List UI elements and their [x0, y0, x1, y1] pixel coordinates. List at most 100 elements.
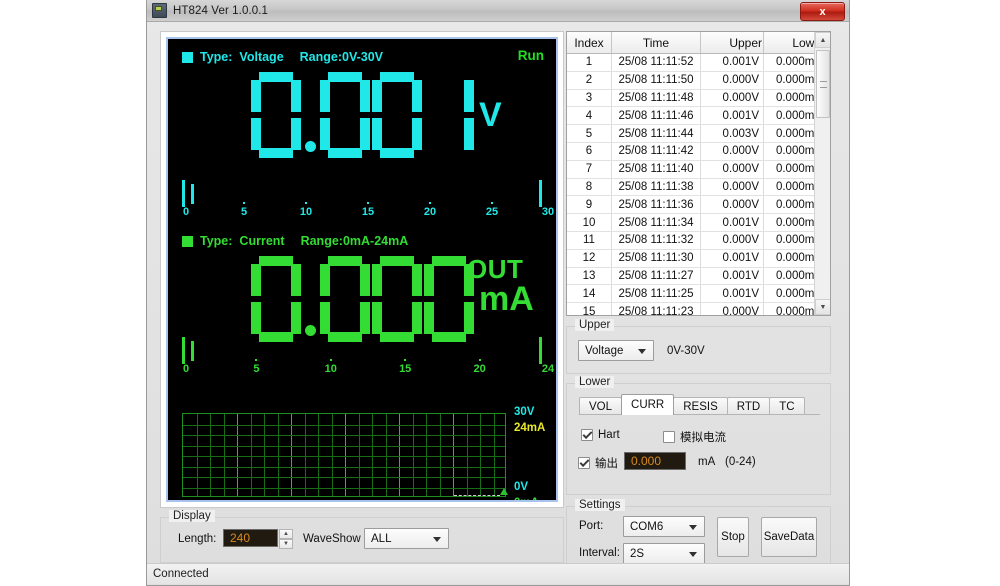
table-row[interactable]: 12 25/08 11:11:30 0.001V 0.000mA — [567, 249, 826, 268]
length-stepper-up[interactable]: ▲ — [279, 529, 293, 539]
output-checkbox[interactable]: 输出 — [578, 455, 618, 471]
table-row[interactable]: 7 25/08 11:11:40 0.000V 0.000mA — [567, 160, 826, 179]
grid-line-vertical — [331, 414, 333, 496]
grid-line-vertical — [453, 414, 454, 496]
scale-end-bar — [539, 337, 542, 364]
table-row[interactable]: 11 25/08 11:11:32 0.000V 0.000mA — [567, 231, 826, 250]
scale-tick — [429, 202, 431, 204]
tab-tc[interactable]: TC — [769, 397, 805, 415]
table-cell: 0.000V — [700, 142, 764, 161]
table-scrollbar[interactable]: ▲ ▼ — [814, 32, 830, 315]
grid-line-vertical — [304, 414, 306, 496]
scale-tick — [491, 202, 493, 204]
hart-checkbox[interactable]: Hart — [581, 429, 620, 441]
table-row[interactable]: 10 25/08 11:11:34 0.001V 0.000mA — [567, 213, 826, 232]
table-row[interactable]: 4 25/08 11:11:46 0.001V 0.000mA — [567, 106, 826, 126]
waveform-x-tick-label: -240 — [333, 499, 354, 500]
output-value-input[interactable]: 0.000 — [624, 452, 686, 470]
column-header-time[interactable]: Time — [611, 32, 701, 54]
scale-tick-label: 20 — [423, 206, 437, 218]
scale-tick-label: 10 — [299, 206, 313, 218]
waveform-grid — [182, 413, 506, 497]
grid-line-horizontal — [183, 477, 505, 478]
data-table: Index Time Upper Lower 1 25/08 11:11:52 0.… — [567, 32, 826, 315]
upper-type-label: Type: — [200, 50, 233, 64]
table-row[interactable]: 2 25/08 11:11:50 0.000V 0.000mA — [567, 71, 826, 90]
display-group-label: Display — [169, 510, 215, 522]
table-cell: 25/08 11:11:48 — [611, 89, 701, 108]
stop-button[interactable]: Stop — [717, 517, 749, 557]
decimal-point-icon — [305, 141, 316, 152]
grid-line-horizontal — [183, 445, 505, 447]
seven-segment-digit — [320, 72, 370, 158]
table-row[interactable]: 9 25/08 11:11:36 0.000V 0.000mA — [567, 195, 826, 215]
hart-checkbox-label: Hart — [598, 429, 620, 441]
tab-underline — [579, 414, 820, 415]
table-row[interactable]: 13 25/08 11:11:27 0.001V 0.000mA — [567, 267, 826, 286]
scale-tick-label: 15 — [361, 206, 375, 218]
table-cell: 0.001V — [700, 249, 764, 268]
close-button[interactable]: x — [800, 2, 845, 21]
length-stepper-down[interactable]: ▼ — [279, 539, 293, 549]
table-cell: 25/08 11:11:50 — [611, 71, 701, 90]
length-stepper[interactable]: ▲ ▼ — [279, 529, 293, 549]
tab-rtd[interactable]: RTD — [726, 397, 771, 415]
seven-segment-digit — [372, 256, 422, 342]
scroll-up-button[interactable]: ▲ — [815, 32, 830, 48]
grid-line-vertical — [439, 414, 441, 496]
port-combobox[interactable]: COM6 — [623, 516, 705, 537]
output-checkbox-box-icon — [578, 457, 590, 469]
grid-line-vertical — [480, 414, 481, 496]
table-cell: 0.000V — [700, 89, 764, 108]
waveshow-combobox[interactable]: ALL — [364, 528, 449, 549]
lower-header: Type: Current Range:0mA-24mA — [182, 234, 408, 248]
waveform-x-tick-label: +0 — [500, 499, 512, 500]
grid-line-vertical — [237, 414, 238, 496]
table-cell: 0.000V — [700, 231, 764, 250]
table-cell: 25/08 11:11:23 — [611, 302, 701, 315]
seven-segment-digit — [251, 256, 301, 342]
tab-vol[interactable]: VOL — [579, 397, 623, 415]
analog-current-checkbox[interactable]: 模拟电流 — [663, 429, 726, 445]
interval-combobox[interactable]: 2S — [623, 543, 705, 564]
table-cell: 25/08 11:11:27 — [611, 267, 701, 286]
lower-type-label: Type: — [200, 234, 233, 248]
tab-resis[interactable]: RESIS — [673, 397, 728, 415]
upper-range-text: 0V-30V — [667, 345, 705, 357]
table-row[interactable]: 3 25/08 11:11:48 0.000V 0.000mA — [567, 89, 826, 108]
scale-tick-label: 0 — [182, 363, 190, 375]
table-row[interactable]: 6 25/08 11:11:42 0.000V 0.000mA — [567, 142, 826, 161]
length-input[interactable]: 240 — [223, 529, 278, 547]
waveform-bottom-current-label: 0mA — [514, 497, 539, 500]
table-cell: 0.001V — [700, 53, 764, 72]
table-cell: 25/08 11:11:40 — [611, 160, 701, 179]
table-row[interactable]: 14 25/08 11:11:25 0.001V 0.000mA — [567, 284, 826, 304]
waveform-x-tick-label: -120 — [414, 499, 435, 500]
window-title: HT824 Ver 1.0.0.1 — [173, 4, 269, 17]
grid-line-vertical — [426, 414, 427, 496]
savedata-button[interactable]: SaveData — [761, 517, 817, 557]
decimal-point-icon — [305, 325, 316, 336]
interval-label: Interval: — [579, 547, 620, 559]
table-cell: 25/08 11:11:30 — [611, 249, 701, 268]
lower-type-swatch-icon — [182, 235, 193, 247]
column-header-upper[interactable]: Upper — [700, 32, 764, 54]
table-row[interactable]: 5 25/08 11:11:44 0.003V 0.000mA — [567, 124, 826, 143]
table-cell: 25/08 11:11:46 — [611, 106, 701, 126]
column-header-index[interactable]: Index — [567, 32, 612, 54]
analog-current-checkbox-box-icon — [663, 431, 675, 443]
upper-type-combobox[interactable]: Voltage — [578, 340, 654, 361]
table-row[interactable]: 8 25/08 11:11:38 0.000V 0.000mA — [567, 178, 826, 197]
grid-line-vertical — [412, 414, 414, 496]
table-cell: 13 — [567, 267, 612, 286]
scroll-down-button[interactable]: ▼ — [815, 299, 830, 315]
waveshow-combobox-value: ALL — [371, 532, 392, 545]
table-row[interactable]: 15 25/08 11:11:23 0.000V 0.000mA — [567, 302, 826, 315]
table-cell: 0.000V — [700, 160, 764, 179]
table-header-row: Index Time Upper Lower — [567, 32, 826, 54]
table-row[interactable]: 1 25/08 11:11:52 0.001V 0.000mA — [567, 53, 826, 72]
tab-curr[interactable]: CURR — [621, 394, 675, 415]
lcd-display: Type: Voltage Range:0V-30V Run V 0 5 10 15 2… — [166, 37, 558, 502]
scroll-thumb[interactable] — [816, 50, 830, 118]
scale-tick — [243, 202, 245, 204]
